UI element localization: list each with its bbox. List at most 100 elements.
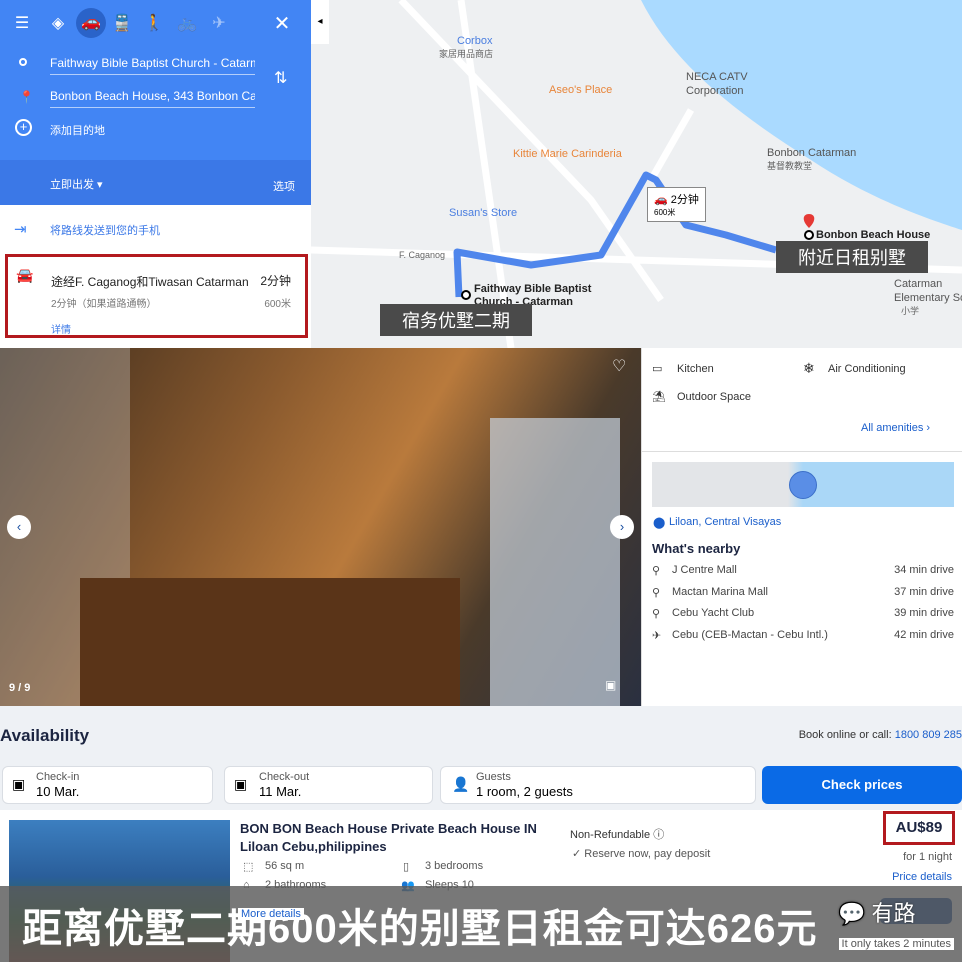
red-pin-icon [803, 214, 815, 228]
refund-policy: Non-Refundable ⓘ [570, 826, 664, 842]
route-time: 2分钟 [260, 274, 291, 288]
snowflake-icon: ❄ [803, 360, 815, 376]
door-icon: ▯ [403, 861, 410, 873]
origin-input[interactable]: Faithway Bible Baptist Church - Catarm [50, 56, 255, 75]
reserve-line: ✓ Reserve now, pay deposit [572, 848, 711, 860]
bicycle-icon[interactable]: 🚲 [175, 12, 199, 36]
nearby-item: ⚲ Cebu Yacht Club 39 min drive [652, 607, 954, 629]
origin-label: Faithway Bible Baptist [474, 283, 592, 295]
all-amenities-link[interactable]: All amenities › [861, 422, 930, 434]
previous-photo-button[interactable]: ‹ [7, 515, 31, 539]
depart-now-dropdown[interactable]: 立即出发 ▾ [50, 176, 103, 192]
photo-gallery[interactable]: ♡ ‹ › 9 / 9 ▣ [0, 348, 641, 706]
depart-now-label: 立即出发 [50, 179, 94, 191]
nearby-item: ⚲ J Centre Mall 34 min drive [652, 564, 954, 586]
reserve-label: Reserve now, pay deposit [584, 848, 711, 860]
place-neca-2: Corporation [686, 85, 744, 97]
place-bonbon-catarman[interactable]: Bonbon Catarman [767, 147, 856, 159]
checkin-label: Check-in [36, 771, 80, 783]
place-susans[interactable]: Susan's Store [449, 207, 517, 219]
send-to-phone-icon: ⇥ [14, 221, 27, 238]
more-details-link[interactable]: More details [238, 908, 304, 920]
price-note: It only takes 2 minutes [838, 938, 954, 950]
route-subtitle: 2分钟（如果道路通畅） [51, 299, 157, 310]
place-category-2: 基督教教堂 [767, 161, 813, 171]
check-prices-button[interactable]: Check prices [762, 766, 962, 804]
guests-value: 1 room, 2 guests [476, 784, 573, 799]
next-photo-button[interactable]: › [610, 515, 634, 539]
best-route-icon[interactable]: ◈ [46, 12, 70, 36]
flight-icon[interactable]: ✈ [207, 12, 231, 36]
destination-marker [804, 230, 814, 240]
map[interactable]: ◂ Corbox 家居用品商店 Aseo's Place NECA CATV C… [311, 0, 962, 348]
checkin-value: 10 Mar. [36, 784, 80, 799]
destination-tag: 附近日租别墅 [776, 241, 928, 273]
route-bubble[interactable]: 🚗 2分钟 600米 [647, 187, 706, 222]
route-option[interactable]: 🚘 途经F. Caganog和Tiwasan Catarman 2分钟 2分钟（… [5, 254, 308, 338]
map-canvas [311, 0, 962, 348]
options-button[interactable]: 选项 [273, 178, 295, 194]
all-amenities-label: All amenities [861, 422, 924, 434]
watermark-label: 有路 [871, 901, 916, 926]
nearby-list: ⚲ J Centre Mall 34 min drive ⚲ Mactan Marin… [652, 564, 954, 650]
info-icon[interactable]: ⓘ [653, 829, 664, 841]
depart-bar: 立即出发 ▾ 选项 [0, 160, 311, 205]
place-kittie[interactable]: Kittie Marie Carinderia [513, 148, 622, 160]
destination-label: Bonbon Beach House [816, 229, 931, 241]
listing-title[interactable]: BON BON Beach House Private Beach House … [240, 820, 560, 856]
gallery-icon[interactable]: ▣ [605, 678, 616, 692]
nearby-name: Cebu Yacht Club [672, 607, 755, 619]
plane-icon: ✈ [652, 629, 662, 642]
add-destination-button[interactable]: 添加目的地 [50, 122, 105, 138]
place-school[interactable]: Catarman [894, 278, 942, 290]
checkin-field[interactable]: ▣ Check-in 10 Mar. [2, 766, 213, 804]
swap-icon[interactable]: ⇅ [274, 68, 287, 88]
nearby-item: ⚲ Mactan Marina Mall 37 min drive [652, 586, 954, 608]
listing-bedrooms: 3 bedrooms [425, 860, 484, 872]
car-mode-icon[interactable]: 🚗 [76, 8, 106, 38]
availability-title: Availability [0, 726, 90, 745]
place-aseos[interactable]: Aseo's Place [549, 84, 612, 96]
amenity-kitchen: Kitchen [677, 363, 714, 375]
route-via: 途经F. Caganog和Tiwasan Catarman [51, 275, 249, 289]
phone-link[interactable]: 1800 809 285 [895, 729, 962, 741]
checkout-label: Check-out [259, 771, 310, 783]
place-category: 家居用品商店 [439, 49, 494, 59]
nearby-time: 37 min drive [894, 585, 954, 598]
caption-overlay: 距离优墅二期600米的别墅日租金可达626元 [0, 886, 962, 962]
collapse-panel-button[interactable]: ◂ [311, 0, 329, 44]
menu-icon[interactable]: ☰ [10, 12, 34, 36]
directions-panel: ☰ ◈ 🚗 🚆 🚶 🚲 ✈ ✕ 📍 Faithway Bible Baptist… [0, 0, 311, 345]
place-school-2: Elementary Sc [894, 292, 962, 304]
mini-map[interactable] [652, 462, 954, 507]
place-neca[interactable]: NECA CATV [686, 71, 748, 83]
location-pin-icon: ⬤ [653, 517, 666, 529]
origin-dot-icon [19, 58, 27, 66]
send-to-phone-link[interactable]: 将路线发送到您的手机 [50, 222, 160, 238]
details-link[interactable]: 详情 [51, 321, 71, 336]
bubble-distance: 600米 [654, 208, 676, 217]
place-corbox[interactable]: Corbox [457, 35, 492, 47]
umbrella-icon: ⛱ [652, 391, 666, 403]
calendar-icon: ▣ [234, 776, 248, 792]
transit-icon[interactable]: 🚆 [110, 12, 134, 36]
amenity-air-conditioning: Air Conditioning [828, 363, 906, 375]
place-category-3: 小学 [901, 306, 920, 316]
close-icon[interactable]: ✕ [270, 12, 294, 36]
checkout-field[interactable]: ▣ Check-out 11 Mar. [224, 766, 433, 804]
nearby-time: 42 min drive [894, 628, 954, 641]
car-icon: 🚗 [654, 194, 668, 206]
price-details-link[interactable]: Price details [892, 871, 952, 883]
car-icon: 🚘 [16, 267, 34, 283]
amenity-outdoor-space: Outdoor Space [677, 391, 751, 403]
wechat-icon: 💬 [838, 901, 866, 926]
destination-input[interactable]: Bonbon Beach House, 343 Bonbon Cat [50, 89, 255, 108]
fridge [490, 418, 620, 706]
walk-icon[interactable]: 🚶 [142, 12, 166, 36]
guests-field[interactable]: 👤 Guests 1 room, 2 guests [440, 766, 756, 804]
location-link[interactable]: Liloan, Central Visayas [669, 516, 781, 528]
add-icon[interactable]: + [15, 119, 32, 136]
street-label: F. Caganog [399, 250, 446, 260]
favorite-heart-icon[interactable]: ♡ [612, 356, 626, 376]
route-distance: 600米 [264, 299, 291, 310]
